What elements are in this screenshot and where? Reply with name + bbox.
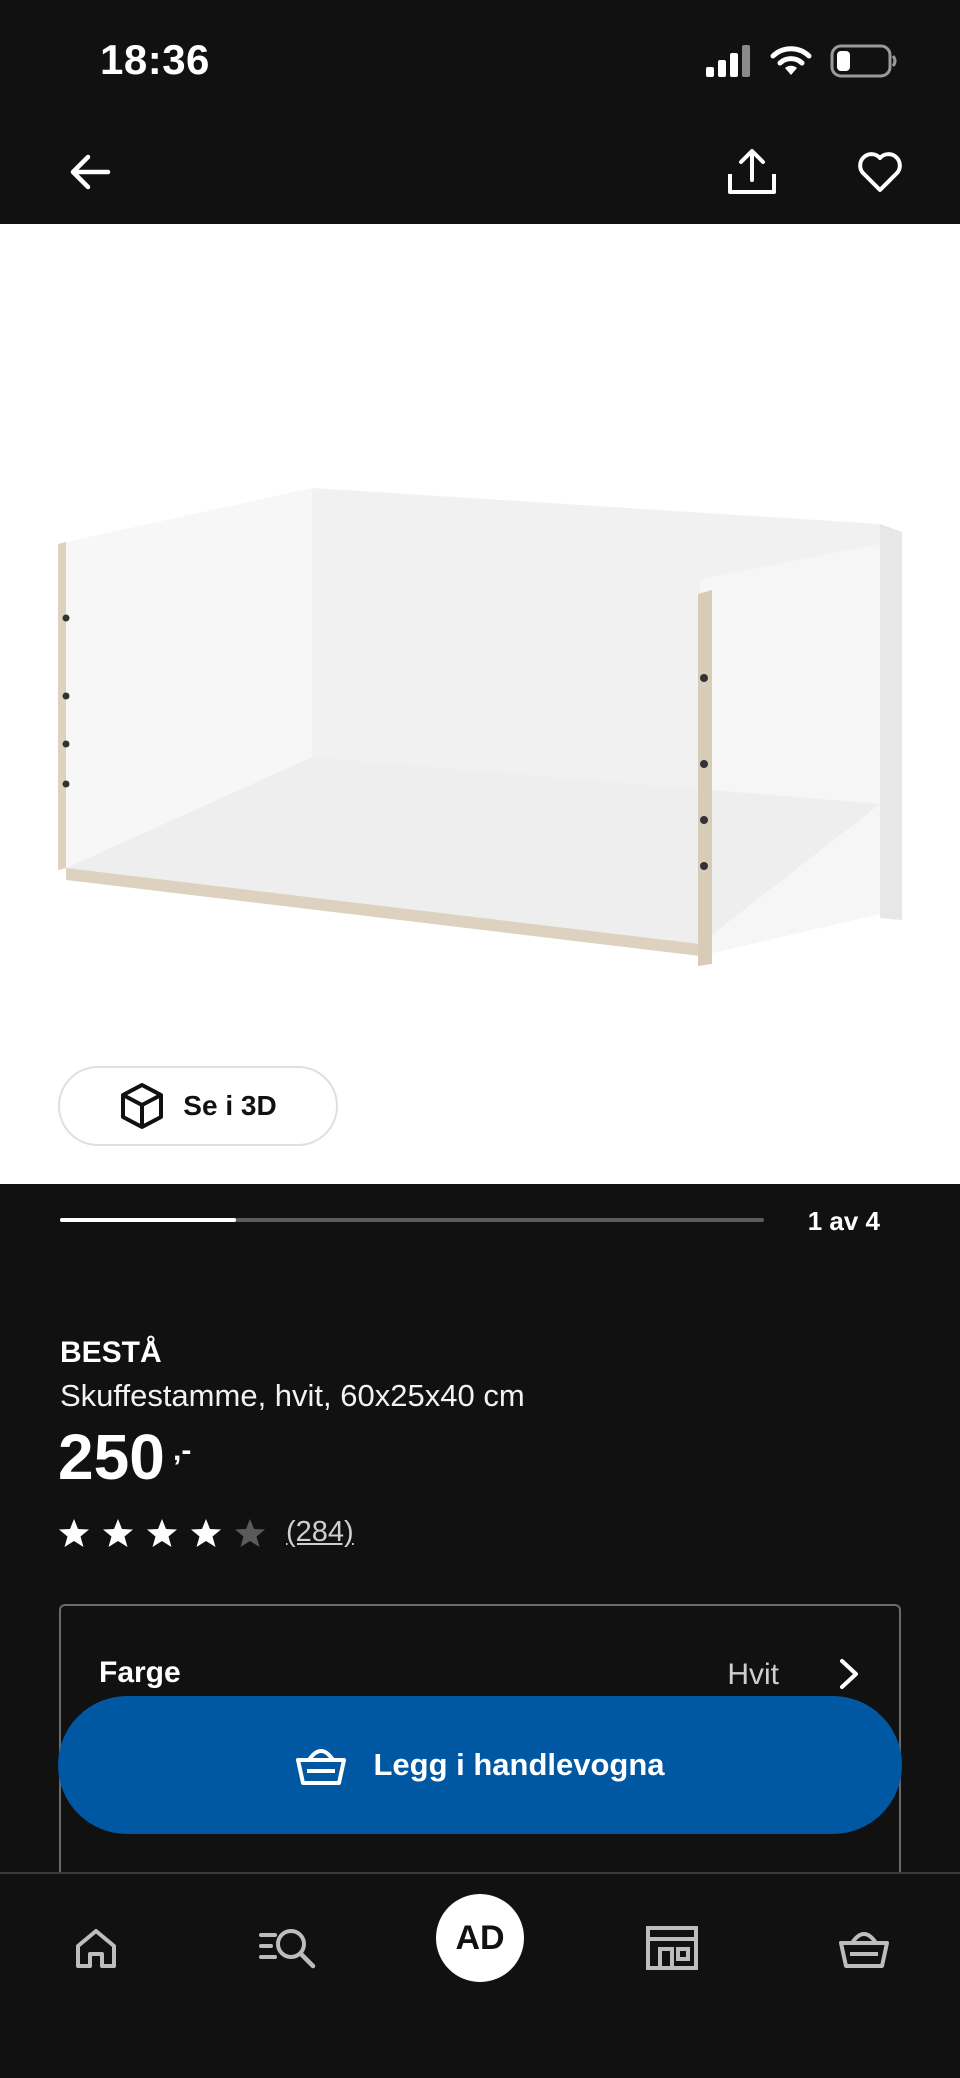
cart-icon (839, 1932, 889, 1968)
add-to-cart-label: Legg i handlevogna (373, 1747, 665, 1782)
favorite-button[interactable] (846, 138, 914, 206)
tab-stores[interactable] (632, 1908, 712, 1988)
battery-icon (830, 44, 897, 78)
share-button[interactable] (718, 138, 786, 206)
search-icon (259, 1929, 316, 1969)
share-icon (728, 149, 776, 194)
status-time: 18:36 (100, 36, 210, 83)
review-count-link[interactable]: (284) (286, 1516, 354, 1549)
product-rating[interactable]: (284) (58, 1516, 354, 1549)
home-icon (76, 1929, 116, 1968)
profile-avatar-initials: AD (455, 1918, 505, 1957)
price-suffix: ,- (173, 1434, 192, 1467)
store-icon (646, 1926, 698, 1970)
tab-home[interactable] (56, 1908, 136, 1988)
product-media[interactable]: Se i 3D (0, 224, 960, 1184)
view-3d-label: Se i 3D (183, 1090, 277, 1121)
navigation-bar (0, 120, 960, 224)
status-bar: 18:36 (0, 0, 960, 120)
product-brand: BESTÅ (60, 1336, 162, 1369)
option-value: Hvit (727, 1658, 779, 1691)
image-progress-fill (60, 1218, 236, 1222)
tab-profile[interactable]: AD (436, 1894, 524, 1982)
back-button[interactable] (56, 138, 124, 206)
star-filled-icon (147, 1518, 177, 1547)
tab-cart[interactable] (824, 1908, 904, 1988)
chevron-right-icon (840, 1659, 858, 1689)
rating-stars (58, 1517, 266, 1549)
product-price: 250 (58, 1421, 165, 1493)
basket-icon (296, 1749, 347, 1785)
add-to-cart-button[interactable]: Legg i handlevogna (58, 1696, 902, 1834)
heart-icon (858, 152, 902, 192)
product-description: Skuffestamme, hvit, 60x25x40 cm (60, 1378, 525, 1413)
cube-icon (121, 1083, 164, 1129)
tab-search[interactable] (248, 1908, 328, 1988)
star-filled-icon (103, 1518, 133, 1547)
wifi-icon (770, 46, 812, 75)
arrow-left-icon (70, 154, 111, 190)
star-filled-icon (59, 1518, 89, 1547)
bottom-tab-bar: AD (0, 1872, 960, 2078)
signal-icon (706, 45, 750, 77)
option-label: Farge (99, 1656, 181, 1689)
image-counter: 1 av 4 (807, 1206, 880, 1236)
view-3d-button[interactable]: Se i 3D (58, 1066, 338, 1146)
product-image (58, 488, 902, 966)
status-icons (706, 44, 898, 78)
star-empty-icon (235, 1518, 265, 1547)
star-filled-icon (191, 1518, 221, 1547)
image-progress-bar (60, 1218, 764, 1222)
